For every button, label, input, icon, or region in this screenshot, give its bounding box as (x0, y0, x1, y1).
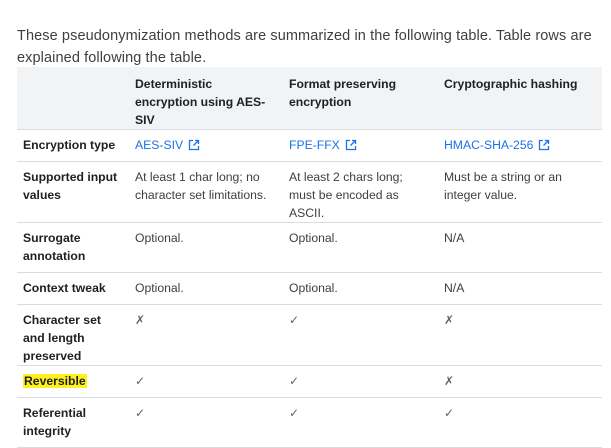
external-link-icon (345, 139, 356, 151)
hmac-sha-256-link[interactable]: HMAC-SHA-256 (444, 136, 550, 154)
table-cell: Optional. (129, 222, 283, 273)
check-icon: ✓ (289, 406, 300, 420)
table-row: Character set and length preserved ✗ ✓ ✗ (17, 304, 602, 366)
table-row: Referential integrity ✓ ✓ ✓ (17, 397, 602, 448)
cross-icon: ✗ (444, 313, 455, 327)
table-cell: FPE-FFX (283, 129, 438, 162)
check-icon: ✓ (444, 406, 455, 420)
pseudonymization-table: Deterministic encryption using AES-SIV F… (17, 67, 602, 448)
hmac-sha-256-link-label: HMAC-SHA-256 (444, 138, 534, 152)
row-label-context-tweak: Context tweak (17, 272, 129, 305)
table-cell: Optional. (129, 272, 283, 305)
check-icon: ✓ (135, 406, 146, 420)
table-cell: Must be a string or an integer value. (438, 161, 602, 223)
table-cell: ✓ (283, 397, 438, 448)
fpe-ffx-link[interactable]: FPE-FFX (289, 136, 357, 154)
cross-icon: ✗ (444, 374, 455, 388)
intro-text: These pseudonymization methods are summa… (17, 27, 592, 66)
row-label-encryption-type: Encryption type (17, 129, 129, 162)
table-cell: ✗ (129, 304, 283, 366)
aes-siv-link[interactable]: AES-SIV (135, 136, 200, 154)
table-cell: ✓ (283, 365, 438, 398)
table-header-deterministic: Deterministic encryption using AES-SIV (129, 67, 283, 130)
check-icon: ✓ (135, 374, 146, 388)
aes-siv-link-label: AES-SIV (135, 138, 184, 152)
table-cell: ✓ (283, 304, 438, 366)
check-icon: ✓ (289, 313, 300, 327)
row-label-surrogate-annotation: Surrogate annotation (17, 222, 129, 273)
table-cell: ✓ (129, 365, 283, 398)
fpe-ffx-link-label: FPE-FFX (289, 138, 340, 152)
row-label-referential-integrity: Referential integrity (17, 397, 129, 448)
row-label-charset-length-preserved: Character set and length preserved (17, 304, 129, 366)
external-link-icon (188, 139, 200, 151)
table-row: Encryption type AES-SIV FPE-FFX HMAC-SHA… (17, 129, 602, 162)
reversible-highlight: Reversible (23, 374, 87, 388)
external-link-icon (539, 139, 550, 151)
table-header-hashing: Cryptographic hashing (438, 67, 602, 130)
table-row: Reversible ✓ ✓ ✗ (17, 365, 602, 398)
table-cell: HMAC-SHA-256 (438, 129, 602, 162)
table-cell: ✓ (129, 397, 283, 448)
table-cell: At least 2 chars long; must be encoded a… (283, 161, 438, 223)
table-cell: ✗ (438, 304, 602, 366)
table-row: Surrogate annotation Optional. Optional.… (17, 222, 602, 273)
table-cell: Optional. (283, 222, 438, 273)
table-cell: Optional. (283, 272, 438, 305)
table-cell: AES-SIV (129, 129, 283, 162)
table-row: Context tweak Optional. Optional. N/A (17, 272, 602, 305)
table-cell: N/A (438, 222, 602, 273)
table-header-empty (17, 67, 129, 130)
cross-icon: ✗ (135, 313, 146, 327)
table-header-format-preserving: Format preserving encryption (283, 67, 438, 130)
row-label-reversible: Reversible (17, 365, 129, 398)
table-cell: N/A (438, 272, 602, 305)
row-label-supported-input-values: Supported input values (17, 161, 129, 223)
table-cell: ✗ (438, 365, 602, 398)
table-cell: At least 1 char long; no character set l… (129, 161, 283, 223)
table-row: Supported input values At least 1 char l… (17, 161, 602, 223)
table-cell: ✓ (438, 397, 602, 448)
check-icon: ✓ (289, 374, 300, 388)
table-header-row: Deterministic encryption using AES-SIV F… (17, 67, 602, 130)
